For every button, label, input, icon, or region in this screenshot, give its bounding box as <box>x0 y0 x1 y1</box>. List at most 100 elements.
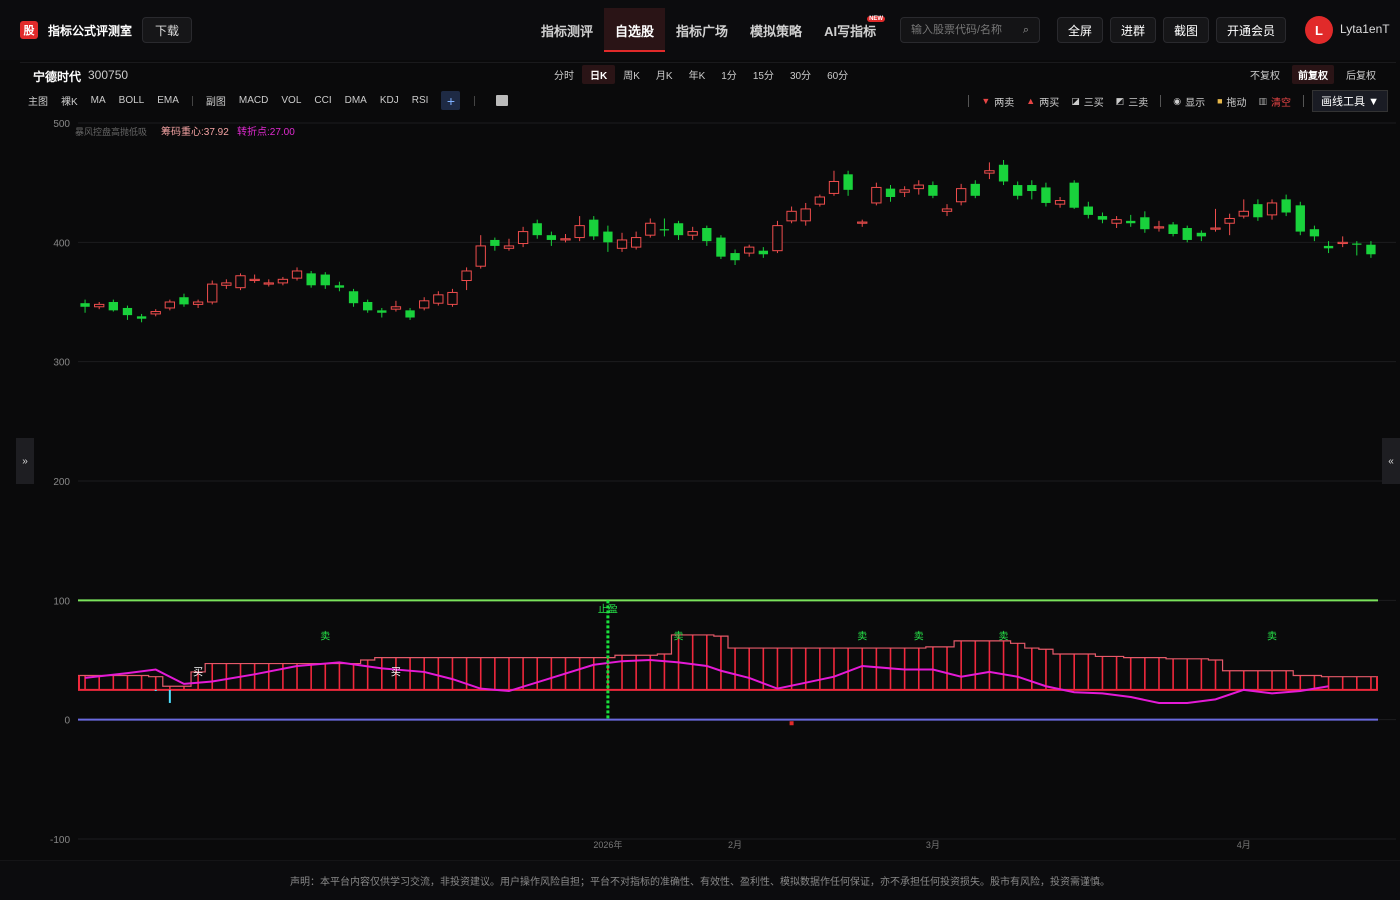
indicator-dma[interactable]: DMA <box>345 95 367 106</box>
expand-left-panel[interactable]: » <box>16 438 34 484</box>
draw-three-buy[interactable]: ◪ 三买 <box>1071 94 1104 109</box>
kline-chart[interactable]: 500 400 300 200 100 0 -100 2026年 2月 3月 4月 暴风控盘高抛低吸 筹… <box>20 63 1396 849</box>
candle-body <box>490 239 500 246</box>
search-icon[interactable]: ⌕ <box>1023 24 1029 37</box>
draw-two-buy[interactable]: ▲ 两买 <box>1026 94 1059 109</box>
screenshot-button[interactable]: 截图 <box>1163 17 1210 43</box>
draw-tools-dropdown[interactable]: 画线工具 ▼ <box>1312 90 1388 112</box>
candle-body <box>659 229 670 231</box>
adjust-forward[interactable]: 前复权 <box>1292 65 1334 84</box>
separator <box>474 95 476 106</box>
footer-disclaimer: 声明：本平台内容仅供学习交流，非投资建议。用户操作风险自担；平台不对指标的准确性… <box>0 860 1400 900</box>
candle-body <box>1027 185 1037 192</box>
candle-body <box>1041 187 1051 203</box>
indicator-rsi[interactable]: RSI <box>412 95 429 106</box>
indicator-step-line <box>78 634 1378 687</box>
adjust-backward[interactable]: 后复权 <box>1340 65 1382 84</box>
fullscreen-button[interactable]: 全屏 <box>1057 17 1104 43</box>
draw-tool-label: 三卖 <box>1128 97 1149 109</box>
candle-body <box>786 210 797 222</box>
period-tab-1min[interactable]: 1分 <box>713 65 745 84</box>
indicator-sub-chart[interactable]: 副图 <box>206 93 226 108</box>
candle-body <box>913 184 924 190</box>
expand-right-panel[interactable]: « <box>1382 438 1400 484</box>
eye-icon: ◉ <box>1173 95 1182 106</box>
candle-body <box>80 303 90 307</box>
indicator-main-chart[interactable]: 主图 <box>28 93 48 108</box>
candle-body <box>1140 217 1150 230</box>
search-input[interactable] <box>911 24 1023 36</box>
indicator-kdj[interactable]: KDJ <box>380 95 399 106</box>
candle-body <box>291 270 303 279</box>
nav-item-ai-write[interactable]: AI写指标 NEW <box>813 8 887 52</box>
toggle-display[interactable]: ◉ 显示 <box>1173 94 1205 109</box>
brand[interactable]: 股 指标公式评测室 <box>20 21 132 39</box>
nav-item-indicator-review[interactable]: 指标测评 <box>530 8 604 52</box>
candle-body <box>192 301 204 305</box>
period-tab-week[interactable]: 周K <box>615 65 648 84</box>
indicator-macd[interactable]: MACD <box>239 95 268 106</box>
username[interactable]: Lyta1enT <box>1340 22 1390 36</box>
save-icon[interactable] <box>496 95 509 106</box>
separator <box>968 95 970 107</box>
candle-body <box>603 231 613 243</box>
draw-tool-label: 清空 <box>1271 97 1292 109</box>
period-tabs: 分时 日K 周K 月K 年K 1分 15分 30分 60分 <box>546 65 856 84</box>
candle-body <box>1295 205 1305 232</box>
legend-name: 暴风控盘高抛低吸 <box>75 126 147 137</box>
new-badge: NEW <box>867 16 886 22</box>
adjust-none[interactable]: 不复权 <box>1244 65 1286 84</box>
candle-body <box>1323 245 1334 249</box>
draw-two-sell[interactable]: ▼ 两卖 <box>981 94 1014 109</box>
nav-item-indicator-square[interactable]: 指标广场 <box>665 8 739 52</box>
candle-body <box>970 183 980 196</box>
take-profit-label: 止盈 <box>598 603 618 615</box>
indicator-boll[interactable]: BOLL <box>119 95 145 106</box>
candle-body <box>1337 241 1348 245</box>
nav-item-simulate-strategy[interactable]: 模拟策略 <box>739 8 813 52</box>
candle-body <box>857 221 868 224</box>
candle-body <box>1281 199 1291 213</box>
add-indicator-button[interactable]: + <box>441 91 461 110</box>
candle-body <box>1309 229 1320 237</box>
candle-body <box>1366 244 1376 255</box>
candle-body <box>320 274 330 286</box>
period-tab-month[interactable]: 月K <box>648 65 681 84</box>
period-tab-15min[interactable]: 15分 <box>745 65 782 84</box>
indicator-ema[interactable]: EMA <box>157 95 179 106</box>
candle-body <box>928 185 938 196</box>
period-tab-60min[interactable]: 60分 <box>819 65 856 84</box>
candle-body <box>235 275 246 289</box>
sell-marker: 卖 <box>999 631 1009 643</box>
nav-item-label: AI写指标 <box>824 23 877 39</box>
candle-body <box>461 270 472 282</box>
nav-item-watchlist[interactable]: 自选股 <box>604 8 666 52</box>
x-tick-label: 3月 <box>926 840 940 849</box>
candle-body <box>221 282 232 286</box>
candle-body <box>122 307 133 316</box>
clear-drawings[interactable]: ▥ 清空 <box>1259 94 1292 109</box>
period-tab-day[interactable]: 日K <box>582 65 616 84</box>
indicator-vol[interactable]: VOL <box>281 95 301 106</box>
y-tick-label: 300 <box>53 358 70 369</box>
stock-code: 300750 <box>88 68 129 82</box>
period-tab-year[interactable]: 年K <box>681 65 714 84</box>
candle-body <box>560 238 571 241</box>
indicator-ma[interactable]: MA <box>91 95 106 106</box>
vip-button[interactable]: 开通会员 <box>1216 17 1287 43</box>
candle-body <box>263 282 274 285</box>
period-tab-intraday[interactable]: 分时 <box>546 65 582 84</box>
nav-item-label: 指标测评 <box>541 23 594 39</box>
download-button[interactable]: 下载 <box>142 17 193 43</box>
toggle-drag[interactable]: ■ 拖动 <box>1217 94 1246 109</box>
candle-body <box>207 283 218 303</box>
buy-marker: 买 <box>193 667 203 679</box>
join-group-button[interactable]: 进群 <box>1110 17 1157 43</box>
candle-body <box>616 239 628 249</box>
candle-body <box>1126 220 1136 224</box>
indicator-naked-k[interactable]: 裸K <box>61 93 78 108</box>
avatar[interactable]: L <box>1305 16 1333 44</box>
draw-three-sell[interactable]: ◩ 三卖 <box>1116 94 1149 109</box>
indicator-cci[interactable]: CCI <box>314 95 331 106</box>
period-tab-30min[interactable]: 30分 <box>782 65 819 84</box>
